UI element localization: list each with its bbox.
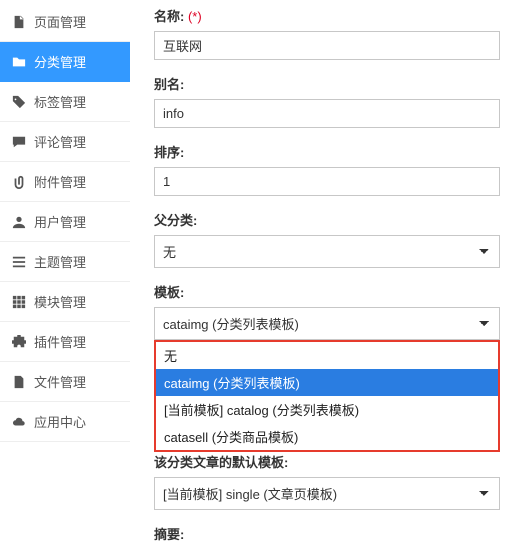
sidebar: 页面管理 分类管理 标签管理 评论管理 附件管理 <box>0 0 130 549</box>
grid-icon <box>12 295 26 309</box>
template-option-cataimg[interactable]: cataimg (分类列表模板) <box>156 369 498 396</box>
field-parent: 父分类: 无 <box>154 210 500 268</box>
template-option-none[interactable]: 无 <box>156 342 498 369</box>
field-default-article-template: 该分类文章的默认模板: [当前模板] single (文章页模板) <box>154 452 500 510</box>
template-option-catasell[interactable]: catasell (分类商品模板) <box>156 423 498 450</box>
sidebar-item-files[interactable]: 文件管理 <box>0 362 130 402</box>
label-order: 排序: <box>154 145 184 160</box>
name-input[interactable] <box>154 31 500 60</box>
template-dropdown-open: 无 cataimg (分类列表模板) [当前模板] catalog (分类列表模… <box>154 340 500 452</box>
sidebar-item-tags[interactable]: 标签管理 <box>0 82 130 122</box>
label-summary: 摘要: <box>154 527 184 542</box>
file-icon <box>12 15 26 29</box>
tags-icon <box>12 95 26 109</box>
sidebar-item-label: 主题管理 <box>34 252 86 271</box>
template-select[interactable]: cataimg (分类列表模板) <box>154 307 500 340</box>
sidebar-item-label: 页面管理 <box>34 12 86 31</box>
sidebar-item-categories[interactable]: 分类管理 <box>0 42 130 82</box>
default-article-template-select[interactable]: [当前模板] single (文章页模板) <box>154 477 500 510</box>
comment-icon <box>12 135 26 149</box>
required-mark: (*) <box>188 9 202 24</box>
label-alias: 别名: <box>154 77 184 92</box>
sidebar-item-label: 插件管理 <box>34 332 86 351</box>
sidebar-item-attachments[interactable]: 附件管理 <box>0 162 130 202</box>
sidebar-item-label: 附件管理 <box>34 172 86 191</box>
alias-input[interactable] <box>154 99 500 128</box>
field-name: 名称: (*) <box>154 6 500 60</box>
field-summary: 摘要: <box>154 524 500 543</box>
paperclip-icon <box>12 175 26 189</box>
field-order: 排序: <box>154 142 500 196</box>
doc-icon <box>12 375 26 389</box>
label-template: 模板: <box>154 285 184 300</box>
sidebar-item-modules[interactable]: 模块管理 <box>0 282 130 322</box>
list-icon <box>12 255 26 269</box>
label-default-article-template: 该分类文章的默认模板: <box>154 455 288 470</box>
label-name: 名称: <box>154 9 184 24</box>
sidebar-item-themes[interactable]: 主题管理 <box>0 242 130 282</box>
sidebar-item-plugins[interactable]: 插件管理 <box>0 322 130 362</box>
sidebar-item-label: 文件管理 <box>34 372 86 391</box>
sidebar-item-label: 模块管理 <box>34 292 86 311</box>
users-icon <box>12 215 26 229</box>
sidebar-item-label: 评论管理 <box>34 132 86 151</box>
sidebar-item-comments[interactable]: 评论管理 <box>0 122 130 162</box>
field-template: 模板: cataimg (分类列表模板) 无 cataimg (分类列表模板) … <box>154 282 500 340</box>
cloud-icon <box>12 415 26 429</box>
parent-select[interactable]: 无 <box>154 235 500 268</box>
sidebar-item-label: 应用中心 <box>34 412 86 431</box>
sidebar-item-pages[interactable]: 页面管理 <box>0 2 130 42</box>
sidebar-item-label: 分类管理 <box>34 52 86 71</box>
puzzle-icon <box>12 335 26 349</box>
field-alias: 别名: <box>154 74 500 128</box>
order-input[interactable] <box>154 167 500 196</box>
sidebar-item-users[interactable]: 用户管理 <box>0 202 130 242</box>
sidebar-item-label: 用户管理 <box>34 212 86 231</box>
folder-icon <box>12 55 26 69</box>
sidebar-item-label: 标签管理 <box>34 92 86 111</box>
template-option-catalog[interactable]: [当前模板] catalog (分类列表模板) <box>156 396 498 423</box>
sidebar-item-apps[interactable]: 应用中心 <box>0 402 130 442</box>
form-panel: 名称: (*) 别名: 排序: 父分类: 无 模板: <box>130 0 520 549</box>
label-parent: 父分类: <box>154 213 197 228</box>
